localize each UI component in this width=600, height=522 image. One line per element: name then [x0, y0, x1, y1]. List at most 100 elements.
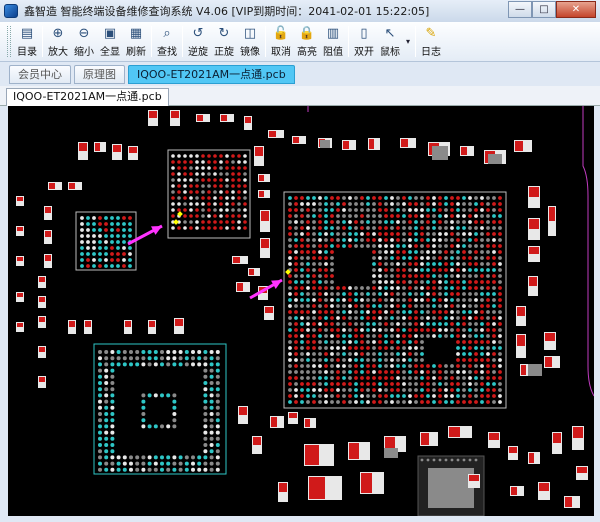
rotate-ccw-button[interactable]: ↺ 逆旋 [186, 22, 210, 61]
bga-pad [195, 190, 199, 194]
chip-pad [98, 240, 102, 244]
tab-member-center[interactable]: 会员中心 [9, 65, 71, 84]
bga-pad [294, 226, 298, 230]
bga-pad [474, 364, 478, 368]
chip-pad [203, 443, 208, 447]
search-button[interactable]: ⌕ 查找 [155, 22, 179, 61]
bga-pad [420, 268, 424, 272]
bga-pad [360, 364, 364, 368]
chip-pad [110, 399, 115, 404]
log-button[interactable]: ✎ 日志 [419, 22, 443, 61]
bga-pad [378, 274, 382, 278]
bga-pad [360, 352, 364, 356]
chip-pad [209, 443, 214, 447]
bga-pad [492, 400, 496, 404]
bga-pad [318, 220, 322, 224]
bga-pad [177, 166, 181, 170]
zoom-out-button[interactable]: ⊖ 缩小 [72, 22, 96, 61]
rotate-cw-label: 正旋 [214, 46, 234, 58]
bga-pad [306, 316, 310, 320]
bga-pad [402, 262, 406, 266]
chevron-down-icon[interactable]: ▾ [403, 22, 413, 61]
bga-pad [342, 304, 346, 308]
bga-pad [336, 358, 340, 362]
bga-pad [384, 226, 388, 230]
bga-pad [348, 328, 352, 332]
chip-pad [203, 356, 208, 361]
fit-all-button[interactable]: ▣ 全显 [98, 22, 122, 61]
chip-pad [92, 228, 96, 232]
passive-component [545, 357, 552, 367]
bga-pad [402, 280, 406, 284]
bga-pad [348, 202, 352, 206]
bga-pad [372, 310, 376, 314]
chip-pad [160, 461, 164, 466]
bga-pad [486, 208, 490, 212]
chip-pad [92, 216, 96, 220]
bga-pad [408, 202, 412, 206]
bga-pad [312, 304, 316, 308]
close-button[interactable]: ✕ [556, 1, 596, 18]
bga-pad [372, 316, 376, 320]
bga-pad [414, 262, 418, 266]
bga-pad [468, 382, 472, 386]
maximize-button[interactable]: □ [532, 1, 556, 18]
bga-pad [324, 322, 328, 326]
refresh-button[interactable]: ▦ 刷新 [124, 22, 148, 61]
pcb-canvas[interactable] [8, 106, 594, 516]
bga-pad [450, 196, 454, 200]
bga-pad [456, 220, 460, 224]
chip-pad [116, 362, 121, 367]
pcb-board-drawing[interactable] [8, 106, 594, 516]
mouse-mode-button[interactable]: ↖ 鼠标 [378, 22, 402, 61]
bga-pad [183, 172, 187, 176]
bga-pad [312, 208, 316, 212]
minimize-button[interactable]: — [508, 1, 532, 18]
rotate-cw-button[interactable]: ↻ 正旋 [212, 22, 236, 61]
bga-pad [468, 310, 472, 314]
bga-pad [474, 256, 478, 260]
chip-pad [98, 264, 102, 268]
bga-pad [420, 400, 424, 404]
chip-pad [122, 246, 126, 250]
bga-pad [402, 292, 406, 296]
bga-pad [408, 364, 412, 368]
bga-pad [474, 352, 478, 356]
bga-pad [372, 238, 376, 242]
bga-pad [450, 256, 454, 260]
bga-pad [438, 394, 442, 398]
passive-component [529, 187, 539, 197]
bga-pad [354, 226, 358, 230]
dual-side-button[interactable]: ▯ 双开 [352, 22, 376, 61]
chip-pad [104, 234, 108, 238]
highlight-button[interactable]: 🔒 高亮 [295, 22, 319, 61]
tab-schematic[interactable]: 原理图 [74, 65, 125, 84]
chip-pad [110, 216, 114, 220]
bga-pad [480, 292, 484, 296]
bga-pad [498, 262, 502, 266]
bga-pad [438, 274, 442, 278]
document-tab[interactable]: IQOO-ET2021AM一点通.pcb [6, 88, 169, 106]
bga-pad [438, 226, 442, 230]
title-bar[interactable]: 鑫智造 智能终端设备维修查询系统 V4.06 [VIP到期时间：2041-02-… [0, 0, 600, 22]
bga-pad [444, 232, 448, 236]
bga-pad [408, 214, 412, 218]
passive-component [249, 269, 254, 275]
catalog-button[interactable]: ▤ 目录 [15, 22, 39, 61]
bga-pad [318, 364, 322, 368]
zoom-in-button[interactable]: ⊕ 放大 [46, 22, 70, 61]
bga-pad [408, 244, 412, 248]
cancel-button[interactable]: 🔓 取消 [269, 22, 293, 61]
bga-pad [366, 316, 370, 320]
tab-pcb-file[interactable]: IQOO-ET2021AM一点通.pcb [128, 65, 295, 84]
bga-pad [474, 238, 478, 242]
bga-pad [414, 286, 418, 290]
passive-component [529, 247, 539, 254]
bga-pad [378, 328, 382, 332]
toolbar-grip[interactable] [7, 26, 11, 57]
bga-pad [360, 400, 364, 404]
bga-pad [231, 166, 235, 170]
bga-pad [420, 250, 424, 254]
resistance-button[interactable]: ▥ 阻值 [321, 22, 345, 61]
mirror-button[interactable]: ◫ 镜像 [238, 22, 262, 61]
